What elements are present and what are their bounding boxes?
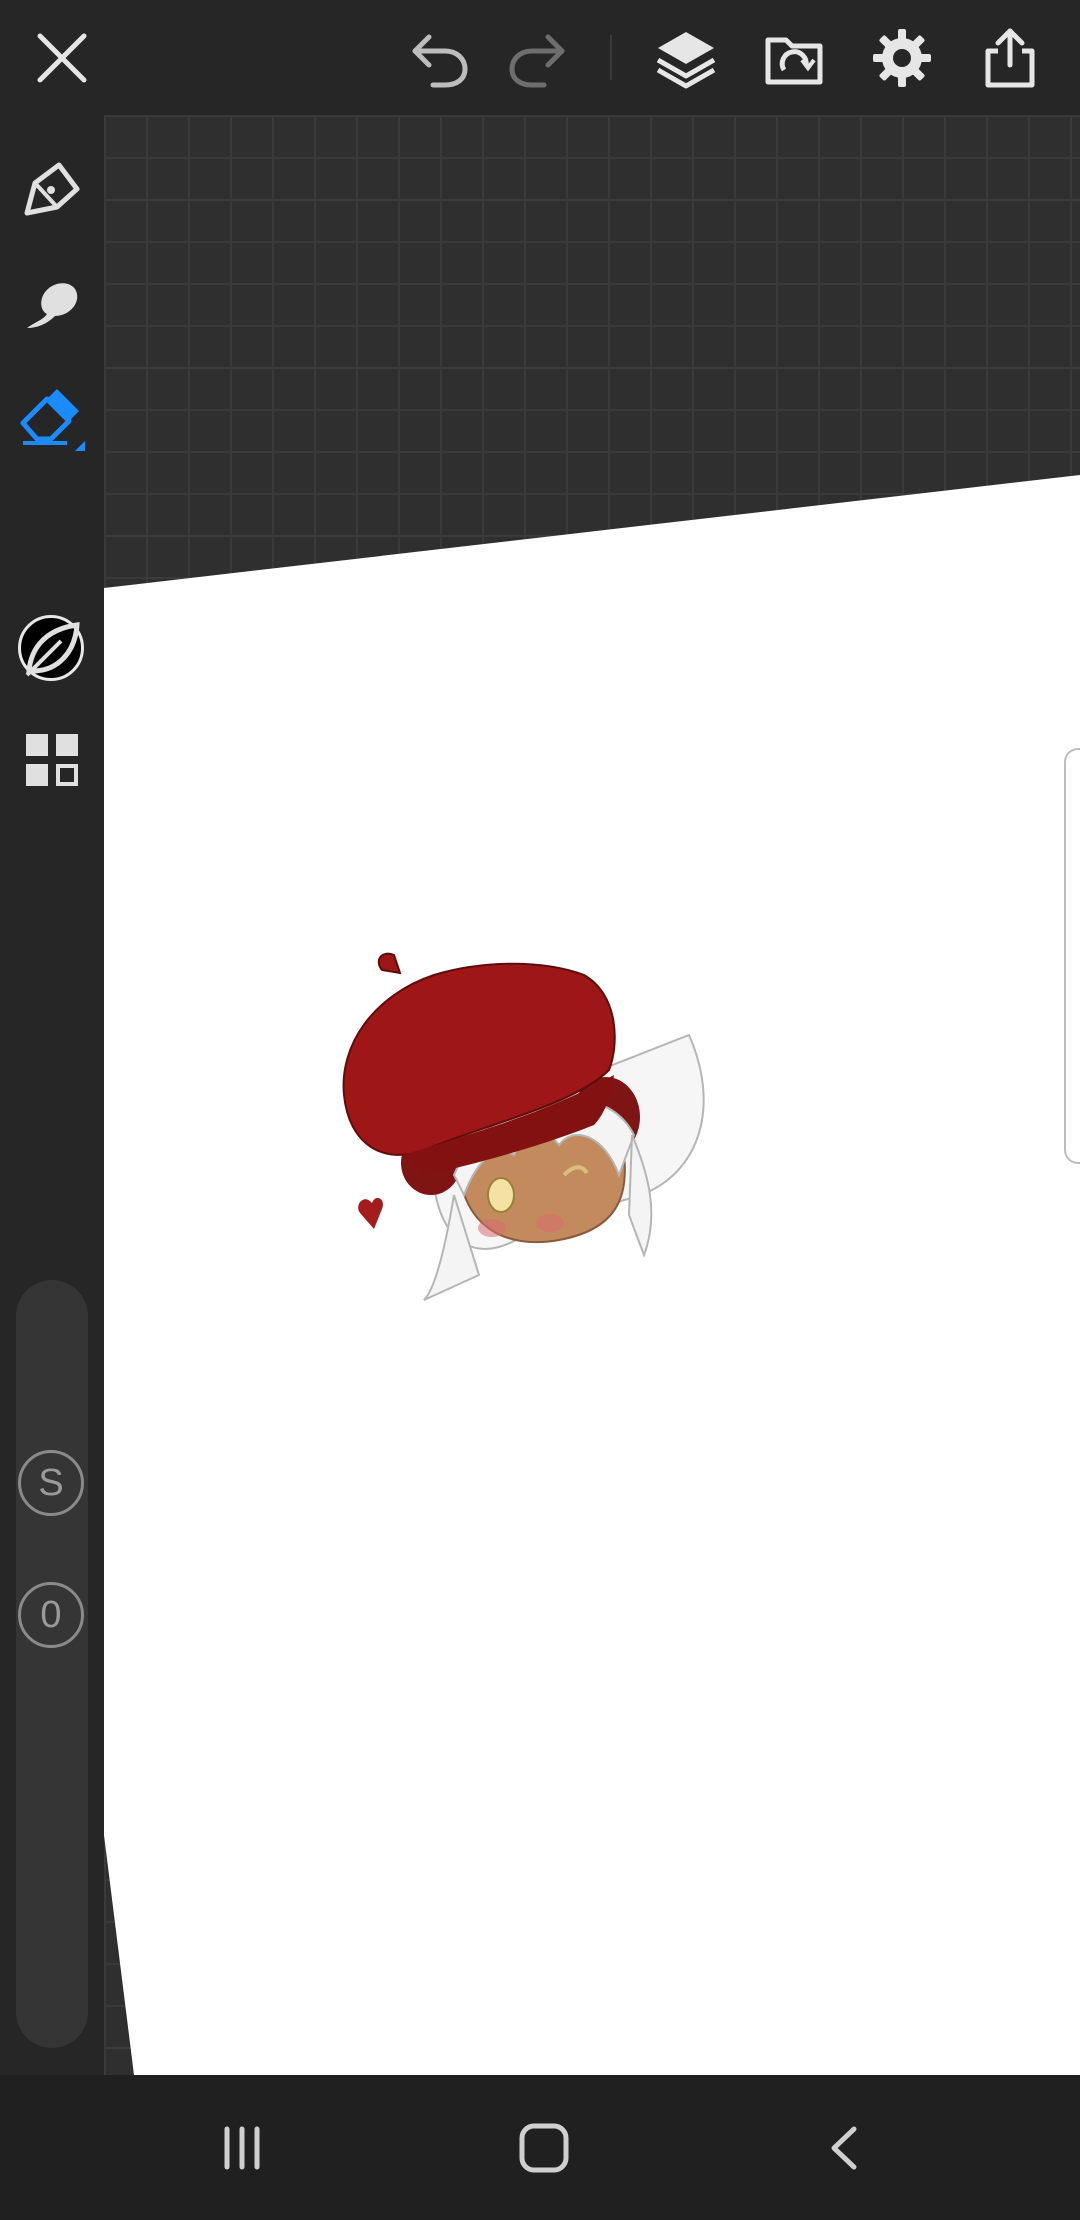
home-button[interactable] [499,2105,589,2195]
drawing-canvas[interactable] [104,115,1080,2075]
opacity-button[interactable]: 0 [18,1582,84,1648]
leaf-icon [21,617,83,684]
layers-icon [654,26,718,90]
recent-apps-button[interactable] [197,2105,287,2195]
toolbar-divider [610,35,612,80]
gallery-icon [762,26,826,90]
smudge-tool-button[interactable] [12,265,92,345]
paper-sheet[interactable] [104,115,1080,2075]
close-button[interactable] [22,18,102,98]
gear-icon [871,27,933,89]
export-button[interactable] [970,18,1050,98]
pen-icon [21,157,83,224]
menu-grid-button[interactable] [12,722,92,802]
stabilizer-button[interactable]: S [18,1450,84,1516]
opacity-label: 0 [40,1593,62,1636]
brush-library-button[interactable] [12,610,92,690]
top-toolbar [0,0,1080,115]
back-icon [820,2123,870,2178]
settings-button[interactable] [862,18,942,98]
brush-size-slider[interactable] [16,1280,88,2048]
system-nav-bar [0,2075,1080,2220]
redo-button[interactable] [497,18,577,98]
undo-button[interactable] [400,18,480,98]
stabilizer-label: S [38,1461,64,1504]
back-button[interactable] [800,2105,890,2195]
recent-apps-icon [217,2123,267,2178]
side-panel-handle[interactable] [1064,748,1080,1164]
smudge-icon [21,272,83,339]
home-icon [516,2120,572,2181]
close-icon [34,30,90,86]
tool-sidebar: S 0 [0,115,104,2075]
undo-icon [409,27,471,89]
redo-icon [506,27,568,89]
eraser-tool-button[interactable] [12,380,92,460]
pen-tool-button[interactable] [12,150,92,230]
eraser-icon [17,383,87,458]
gallery-button[interactable] [754,18,834,98]
layers-button[interactable] [646,18,726,98]
share-icon [980,27,1040,89]
grid-menu-icon [22,730,82,795]
